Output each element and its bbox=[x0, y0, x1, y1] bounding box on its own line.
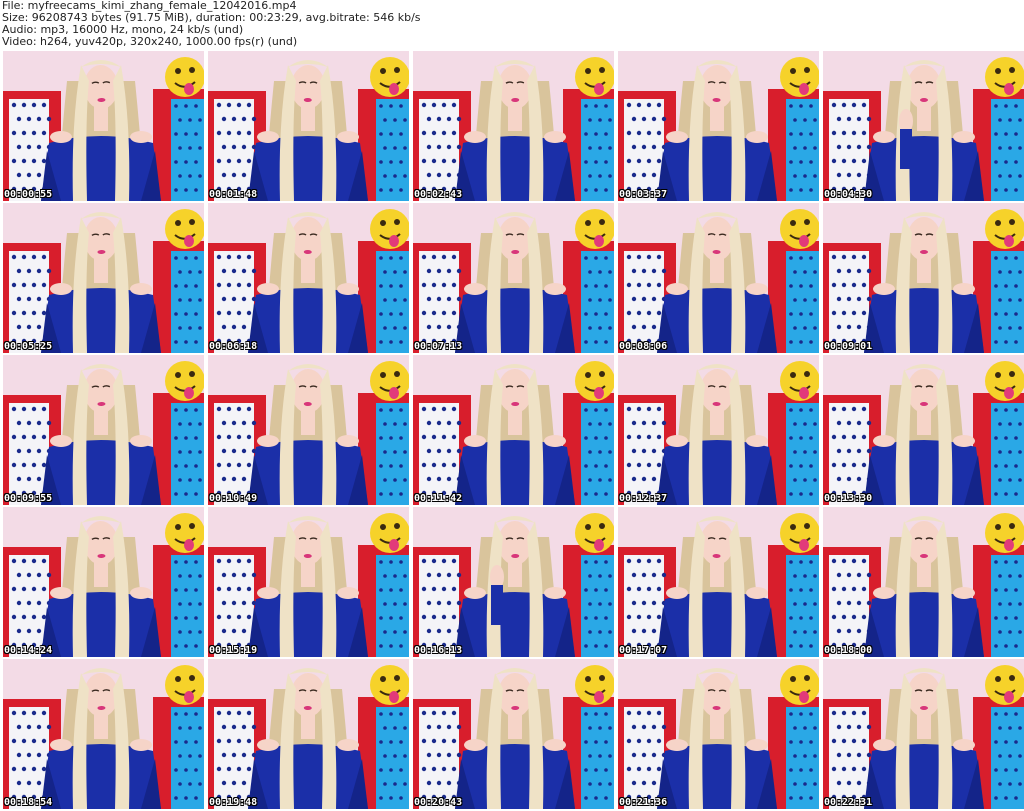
thumbnail-timestamp: 00:18:00 bbox=[824, 645, 873, 656]
video-thumbnail: 00:04:30 bbox=[823, 51, 1024, 201]
video-thumbnail: 00:20:43 bbox=[413, 659, 614, 809]
thumbnail-timestamp: 00:13:30 bbox=[824, 493, 873, 504]
video-thumbnail: 00:14:24 bbox=[3, 507, 204, 657]
video-thumbnail: 00:00:55 bbox=[3, 51, 204, 201]
video-thumbnail: 00:03:37 bbox=[618, 51, 819, 201]
video-thumbnail: 00:18:54 bbox=[3, 659, 204, 809]
thumbnail-timestamp: 00:21:36 bbox=[619, 797, 668, 808]
thumbnail-timestamp: 00:18:54 bbox=[4, 797, 53, 808]
thumbnail-timestamp: 00:08:06 bbox=[619, 341, 668, 352]
video-thumbnail: 00:15:19 bbox=[208, 507, 409, 657]
thumbnail-timestamp: 00:06:18 bbox=[209, 341, 258, 352]
video-thumbnail: 00:12:37 bbox=[618, 355, 819, 505]
file-info-header: File: myfreecams_kimi_zhang_female_12042… bbox=[2, 0, 1022, 49]
video-thumbnail: 00:09:01 bbox=[823, 203, 1024, 353]
video-thumbnail: 00:13:30 bbox=[823, 355, 1024, 505]
thumbnail-timestamp: 00:20:43 bbox=[414, 797, 463, 808]
video-thumbnail: 00:16:13 bbox=[413, 507, 614, 657]
video-thumbnail: 00:17:07 bbox=[618, 507, 819, 657]
video-thumbnail: 00:22:31 bbox=[823, 659, 1024, 809]
video-thumbnail: 00:07:13 bbox=[413, 203, 614, 353]
video-thumbnail: 00:09:55 bbox=[3, 355, 204, 505]
video-thumbnail: 00:21:36 bbox=[618, 659, 819, 809]
video-thumbnail: 00:18:00 bbox=[823, 507, 1024, 657]
thumbnail-timestamp: 00:10:49 bbox=[209, 493, 258, 504]
video-thumbnail: 00:06:18 bbox=[208, 203, 409, 353]
thumbnail-timestamp: 00:12:37 bbox=[619, 493, 668, 504]
thumbnail-timestamp: 00:17:07 bbox=[619, 645, 668, 656]
thumbnail-timestamp: 00:14:24 bbox=[4, 645, 53, 656]
video-thumbnail: 00:19:48 bbox=[208, 659, 409, 809]
video-thumbnail: 00:01:48 bbox=[208, 51, 409, 201]
thumbnail-timestamp: 00:00:55 bbox=[4, 189, 53, 200]
thumbnail-timestamp: 00:01:48 bbox=[209, 189, 258, 200]
thumbnail-timestamp: 00:09:55 bbox=[4, 493, 53, 504]
file-name-line: File: myfreecams_kimi_zhang_female_12042… bbox=[2, 0, 297, 12]
file-size-line: Size: 96208743 bytes (91.75 MiB), durati… bbox=[2, 12, 421, 24]
thumbnail-timestamp: 00:11:42 bbox=[414, 493, 463, 504]
thumbnail-timestamp: 00:19:48 bbox=[209, 797, 258, 808]
video-info-line: Video: h264, yuv420p, 320x240, 1000.00 f… bbox=[2, 36, 298, 48]
thumbnail-timestamp: 00:04:30 bbox=[824, 189, 873, 200]
video-thumbnail: 00:08:06 bbox=[618, 203, 819, 353]
thumbnail-timestamp: 00:09:01 bbox=[824, 341, 873, 352]
thumbnail-timestamp: 00:22:31 bbox=[824, 797, 873, 808]
thumbnail-timestamp: 00:05:25 bbox=[4, 341, 53, 352]
video-thumbnail: 00:02:43 bbox=[413, 51, 614, 201]
video-thumbnail: 00:10:49 bbox=[208, 355, 409, 505]
thumbnail-timestamp: 00:15:19 bbox=[209, 645, 258, 656]
video-thumbnail: 00:05:25 bbox=[3, 203, 204, 353]
video-thumbnail: 00:11:42 bbox=[413, 355, 614, 505]
audio-info-line: Audio: mp3, 16000 Hz, mono, 24 kb/s (und… bbox=[2, 24, 244, 36]
thumbnail-timestamp: 00:07:13 bbox=[414, 341, 463, 352]
thumbnail-timestamp: 00:02:43 bbox=[414, 189, 463, 200]
thumbnail-timestamp: 00:16:13 bbox=[414, 645, 463, 656]
thumbnail-timestamp: 00:03:37 bbox=[619, 189, 668, 200]
thumbnail-grid: 00:00:55 00:01:48 00:02:43 00:03:37 00:04:30… bbox=[3, 51, 1024, 809]
